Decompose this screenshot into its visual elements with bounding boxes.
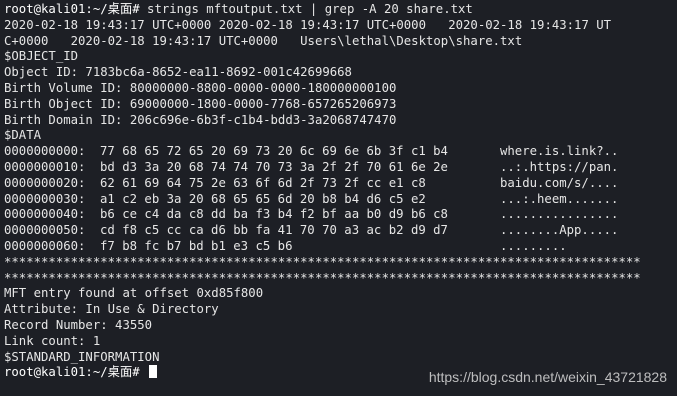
object-id-line: Object ID: 7183bc6a-8652-ea11-8692-001c4… xyxy=(4,65,352,80)
command-line: root@kali01:~/桌面# strings mftoutput.txt … xyxy=(4,2,677,18)
hex-ascii: ...:.heem....... xyxy=(500,191,619,206)
hex-row: 0000000010: bd d3 3a 20 68 74 74 70 73 3… xyxy=(4,160,677,176)
hex-row: 0000000030: a1 c2 eb 3a 20 68 65 65 6d 2… xyxy=(4,192,677,208)
output-line: C+0000 2020-02-18 19:43:17 UTC+0000 User… xyxy=(4,33,523,48)
hex-bytes: 77 68 65 72 65 20 69 73 20 6c 69 6e 6b 3… xyxy=(100,144,448,159)
object-id-header: $OBJECT_ID xyxy=(4,49,79,64)
standard-information-header: $STANDARD_INFORMATION xyxy=(4,349,160,364)
command-text: strings mftoutput.txt | grep -A 20 share… xyxy=(139,2,473,16)
data-header: $DATA xyxy=(4,128,42,143)
hex-bytes: bd d3 3a 20 68 74 74 70 73 3a 2f 2f 70 6… xyxy=(100,159,448,174)
attribute-line: Attribute: In Use & Directory xyxy=(4,302,219,317)
hex-bytes: b6 ce c4 da c8 dd ba f3 b4 f2 bf aa b0 d… xyxy=(100,207,448,222)
birth-domain-id-line: Birth Domain ID: 206c696e-6b3f-c1b4-bdd3… xyxy=(4,112,397,127)
hex-ascii: baidu.com/s/.... xyxy=(500,175,619,190)
hex-offset: 0000000020: xyxy=(4,175,86,190)
hex-offset: 0000000040: xyxy=(4,207,86,222)
hex-ascii: ........App..... xyxy=(500,223,619,238)
birth-volume-id-line: Birth Volume ID: 80000000-8800-0000-0000… xyxy=(4,80,397,95)
hex-row: 0000000050: cd f8 c5 cc ca d6 bb fa 41 7… xyxy=(4,223,677,239)
hex-ascii: ..:.https://pan. xyxy=(500,159,619,174)
hex-offset: 0000000000: xyxy=(4,144,86,159)
link-count-line: Link count: 1 xyxy=(4,333,101,348)
hex-ascii: ................ xyxy=(500,207,619,222)
hex-offset: 0000000010: xyxy=(4,159,86,174)
hex-offset: 0000000050: xyxy=(4,223,86,238)
hex-row: 0000000000: 77 68 65 72 65 20 69 73 20 6… xyxy=(4,144,677,160)
shell-prompt: root@kali01:~/桌面# xyxy=(4,365,148,380)
mft-entry-line: MFT entry found at offset 0xd85f800 xyxy=(4,286,264,301)
hex-bytes: f7 b8 fc b7 bd b1 e3 c5 b6 xyxy=(100,238,293,253)
hex-bytes: a1 c2 eb 3a 20 68 65 65 6d 20 b8 b4 d6 c… xyxy=(100,191,426,206)
shell-prompt: root@kali01:~/桌面# xyxy=(4,2,140,16)
separator-line: ****************************************… xyxy=(4,254,641,269)
watermark: https://blog.csdn.net/weixin_43721828 xyxy=(428,369,667,386)
terminal-window[interactable]: root@kali01:~/桌面# strings mftoutput.txt … xyxy=(0,0,677,396)
hex-offset: 0000000060: xyxy=(4,238,86,253)
hex-row: 0000000020: 62 61 69 64 75 2e 63 6f 6d 2… xyxy=(4,176,677,192)
hex-ascii: ......... xyxy=(500,238,567,253)
hex-row: 0000000060: f7 b8 fc b7 bd b1 e3 c5 b6 .… xyxy=(4,239,677,255)
record-number-line: Record Number: 43550 xyxy=(4,317,153,332)
hex-offset: 0000000030: xyxy=(4,191,86,206)
cursor-block[interactable] xyxy=(149,365,158,379)
hex-ascii: where.is.link?.. xyxy=(500,144,619,159)
output-line: 2020-02-18 19:43:17 UTC+0000 2020-02-18 … xyxy=(4,17,612,32)
hex-row: 0000000040: b6 ce c4 da c8 dd ba f3 b4 f… xyxy=(4,207,677,223)
separator-line: ****************************************… xyxy=(4,270,641,285)
hex-bytes: cd f8 c5 cc ca d6 bb fa 41 70 70 a3 ac b… xyxy=(100,223,448,238)
birth-object-id-line: Birth Object ID: 69000000-1800-0000-7768… xyxy=(4,96,397,111)
hex-bytes: 62 61 69 64 75 2e 63 6f 6d 2f 73 2f cc e… xyxy=(100,175,426,190)
